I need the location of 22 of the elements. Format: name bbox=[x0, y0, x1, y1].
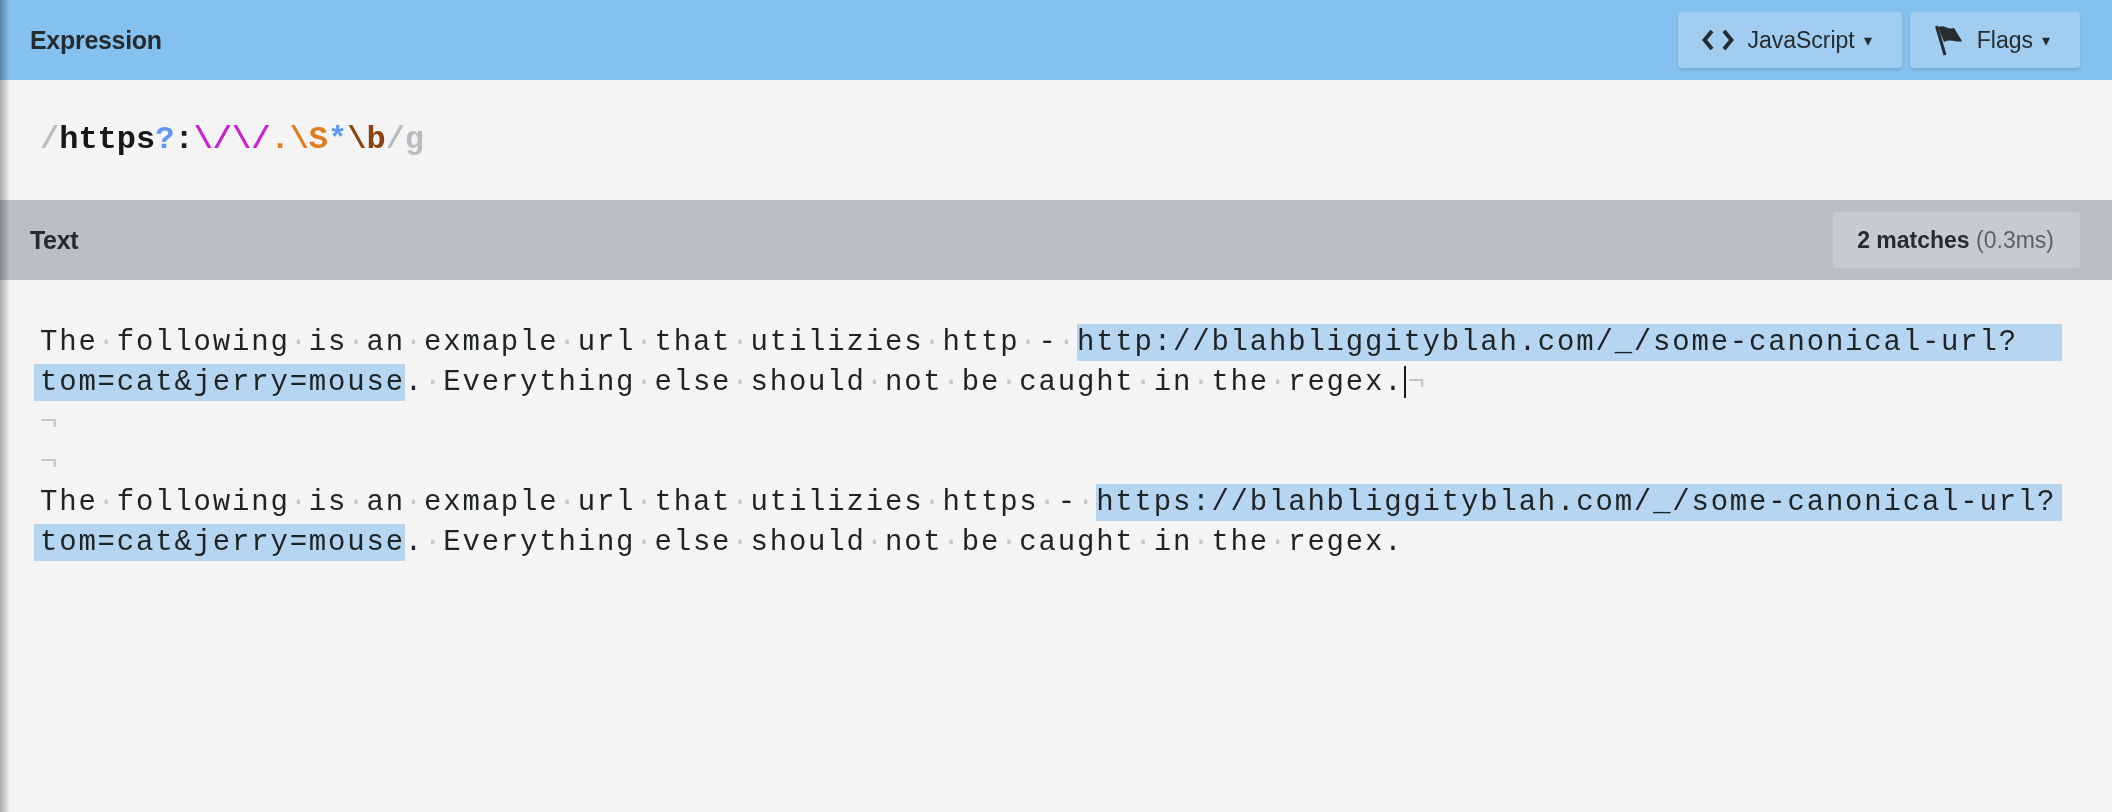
editor-text: The·following·is·an·exmaple·url·that·utilizies·https·-· bbox=[40, 484, 1097, 521]
regex-field[interactable]: /https?:\/\/.\S*\b/g bbox=[40, 120, 425, 160]
line-end-mark: ¬ bbox=[40, 404, 60, 441]
editor-text: The·following·is·an·exmaple·url·that·utilizies·http·-· bbox=[40, 324, 1077, 361]
code-icon bbox=[1702, 28, 1735, 52]
panel-title: Text bbox=[30, 225, 79, 255]
text-cursor bbox=[1404, 366, 1407, 398]
panel-title: Expression bbox=[30, 25, 162, 55]
match-highlight: tom=cat&jerry=mouse bbox=[34, 523, 405, 561]
line-end-mark: ¬ bbox=[1407, 364, 1427, 401]
flag-icon bbox=[1933, 24, 1964, 56]
editor-text: .·Everything·else·should·not·be·caught·in·the·regex. bbox=[404, 364, 1404, 401]
dropdown-button[interactable]: JavaScript ▾ bbox=[1678, 12, 1902, 68]
editor-text: .·Everything·else·should·not·be·caught·in·the·regex. bbox=[404, 524, 1404, 561]
line-end-mark: ¬ bbox=[40, 444, 60, 481]
match-highlight: https://blahbliggityblah.com/_/some-canonical-url? bbox=[1096, 483, 2062, 521]
match-highlight: http://blahbliggityblah.com/_/some-canonical-url? bbox=[1076, 323, 2062, 361]
match-highlight: tom=cat&jerry=mouse bbox=[34, 363, 405, 401]
match-count-badge: 2 matches (0.3ms) bbox=[1833, 212, 2080, 268]
caret-icon: ▾ bbox=[1863, 30, 1872, 50]
dropdown-button[interactable]: Flags ▾ bbox=[1909, 12, 2080, 68]
caret-icon: ▾ bbox=[2042, 30, 2050, 50]
